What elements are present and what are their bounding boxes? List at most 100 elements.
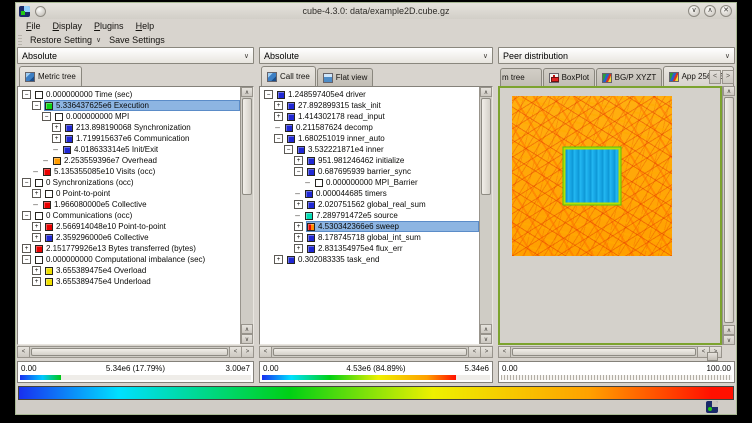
scroll-up-icon[interactable]: ∧: [723, 86, 735, 96]
tree-row[interactable]: −5.336437625e6 Execution: [18, 100, 240, 111]
call-vertical-scrollbar[interactable]: ∧ ∧ ∨: [479, 87, 492, 344]
tree-item[interactable]: 0.687695939 barrier_sync: [306, 166, 479, 177]
tree-expander-icon[interactable]: −: [22, 211, 31, 220]
tree-expander-icon[interactable]: +: [32, 222, 41, 231]
scroll-right-icon[interactable]: >: [480, 347, 492, 357]
tree-expander-icon[interactable]: −: [264, 90, 273, 99]
tree-item[interactable]: 3.532221871e4 inner: [296, 144, 479, 155]
scroll-down-icon[interactable]: ∨: [480, 334, 492, 344]
maximize-button[interactable]: ∧: [704, 5, 716, 17]
tree-row[interactable]: +2.566914048e10 Point-to-point: [18, 221, 240, 232]
tree-expander-icon[interactable]: +: [294, 200, 303, 209]
tree-row[interactable]: +2.020751562 global_real_sum: [260, 199, 479, 210]
system-tab-boxplot[interactable]: BoxPlot: [543, 68, 595, 86]
tree-item[interactable]: 7.289791472e5 source: [304, 210, 479, 221]
tree-expander-icon[interactable]: +: [294, 222, 303, 231]
tree-item[interactable]: 1.414302178 read_input: [286, 111, 479, 122]
selected-tree-item[interactable]: 4.530342366e6 sweep: [306, 221, 479, 232]
tree-row[interactable]: −0 Communications (occ): [18, 210, 240, 221]
close-button[interactable]: ✕: [720, 5, 732, 17]
tree-row[interactable]: –7.289791472e5 source: [260, 210, 479, 221]
tree-row[interactable]: −0 Synchronizations (occ): [18, 177, 240, 188]
tree-expander-icon[interactable]: +: [32, 266, 41, 275]
metric-vertical-scrollbar[interactable]: ∧ ∧ ∨: [240, 87, 253, 344]
tree-row[interactable]: –0.000044685 timers: [260, 188, 479, 199]
system-value-mode-combobox[interactable]: Peer distribution ∨: [498, 47, 735, 64]
tree-expander-icon[interactable]: +: [32, 277, 41, 286]
tree-expander-icon[interactable]: +: [294, 156, 303, 165]
scrollbar-thumb[interactable]: [512, 348, 696, 356]
call-tab-flat-view[interactable]: Flat view: [317, 68, 374, 86]
tree-expander-icon[interactable]: −: [274, 134, 283, 143]
tree-row[interactable]: +213.898190068 Synchronization: [18, 122, 240, 133]
tree-item[interactable]: 2.253559396e7 Overhead: [52, 155, 240, 166]
tree-item[interactable]: 2.151779926e13 Bytes transferred (bytes): [34, 243, 240, 254]
tree-item[interactable]: 0.000044685 timers: [304, 188, 479, 199]
tree-item[interactable]: 1.248597405e4 driver: [276, 89, 479, 100]
scroll-left-icon[interactable]: <: [468, 347, 480, 357]
tree-row[interactable]: +951.981246462 initialize: [260, 155, 479, 166]
title-bar[interactable]: cube-4.3.0: data/example2D.cube.gz ∨ ∧ ✕: [16, 3, 736, 19]
scroll-up-icon[interactable]: ∧: [723, 325, 735, 335]
scrollbar-thumb[interactable]: [242, 98, 252, 195]
tree-item[interactable]: 3.655389475e4 Underload: [44, 276, 240, 287]
tree-item[interactable]: 5.135355085e10 Visits (occ): [42, 166, 240, 177]
tree-row[interactable]: +4.530342366e6 sweep: [260, 221, 479, 232]
tree-row[interactable]: –2.253559396e7 Overhead: [18, 155, 240, 166]
scroll-down-icon[interactable]: ∨: [241, 334, 253, 344]
tree-row[interactable]: –0.211587624 decomp: [260, 122, 479, 133]
scroll-left-icon[interactable]: <: [499, 347, 511, 357]
tree-item[interactable]: 0.000000000 MPI: [54, 111, 240, 122]
scroll-down-icon[interactable]: ∨: [723, 335, 735, 345]
tree-row[interactable]: −0.000000000 MPI: [18, 111, 240, 122]
tree-row[interactable]: +3.655389475e4 Overload: [18, 265, 240, 276]
tree-row[interactable]: +2.151779926e13 Bytes transferred (bytes…: [18, 243, 240, 254]
tree-expander-icon[interactable]: −: [22, 178, 31, 187]
scrollbar-thumb[interactable]: [481, 98, 491, 195]
call-tab-call-tree[interactable]: Call tree: [261, 66, 316, 86]
system-tab-m-tree[interactable]: m tree: [500, 68, 542, 86]
toolbar-drag-handle[interactable]: [18, 35, 22, 45]
scroll-up-icon[interactable]: ∧: [241, 87, 253, 97]
tree-row[interactable]: −3.532221871e4 inner: [260, 144, 479, 155]
scroll-left-icon[interactable]: <: [229, 347, 241, 357]
tree-row[interactable]: +2.359296000e6 Collective: [18, 232, 240, 243]
tree-expander-icon[interactable]: +: [274, 112, 283, 121]
scroll-left-icon[interactable]: <: [18, 347, 30, 357]
tree-item[interactable]: 4.018633314e5 Init/Exit: [62, 144, 240, 155]
tree-item[interactable]: 0.000000000 MPI_Barrier: [314, 177, 479, 188]
topology-view-frame[interactable]: [498, 86, 722, 345]
tree-row[interactable]: +27.892899315 task_init: [260, 100, 479, 111]
topology-heatmap[interactable]: [512, 96, 672, 256]
menu-file[interactable]: File: [20, 20, 47, 32]
tree-item[interactable]: 1.680251019 inner_auto: [286, 133, 479, 144]
tree-item[interactable]: 0 Synchronizations (occ): [34, 177, 240, 188]
tree-item[interactable]: 2.020751562 global_real_sum: [306, 199, 479, 210]
tree-item[interactable]: 3.655389475e4 Overload: [44, 265, 240, 276]
menu-plugins[interactable]: Plugins: [88, 20, 130, 32]
tree-row[interactable]: –5.135355085e10 Visits (occ): [18, 166, 240, 177]
scroll-up-icon[interactable]: ∧: [241, 324, 253, 334]
metric-value-mode-combobox[interactable]: Absolute ∨: [17, 47, 254, 64]
metric-tab-metric-tree[interactable]: Metric tree: [19, 66, 82, 86]
tree-item[interactable]: 0.211587624 decomp: [284, 122, 479, 133]
call-value-mode-combobox[interactable]: Absolute ∨: [259, 47, 493, 64]
tree-item[interactable]: 2.831354975e4 flux_err: [306, 243, 479, 254]
tree-item[interactable]: 0.000000000 Time (sec): [34, 89, 240, 100]
tree-expander-icon[interactable]: +: [52, 123, 61, 132]
tree-row[interactable]: +3.655389475e4 Underload: [18, 276, 240, 287]
tree-item[interactable]: 0.000000000 Computational imbalance (sec…: [34, 254, 240, 265]
tree-row[interactable]: +0.302083335 task_end: [260, 254, 479, 265]
scroll-up-icon[interactable]: ∧: [480, 87, 492, 97]
tree-item[interactable]: 8.178745718 global_int_sum: [306, 232, 479, 243]
tree-row[interactable]: −0.000000000 Computational imbalance (se…: [18, 254, 240, 265]
save-settings-button[interactable]: Save Settings: [105, 35, 169, 45]
restore-setting-button[interactable]: Restore Setting: [26, 35, 96, 45]
tree-expander-icon[interactable]: −: [22, 255, 31, 264]
scroll-right-icon[interactable]: >: [241, 347, 253, 357]
tree-expander-icon[interactable]: −: [284, 145, 293, 154]
tree-expander-icon[interactable]: −: [42, 112, 51, 121]
tree-item[interactable]: 1.966080000e5 Collective: [42, 199, 240, 210]
tree-item[interactable]: 2.359296000e6 Collective: [44, 232, 240, 243]
tree-item[interactable]: 213.898190068 Synchronization: [64, 122, 240, 133]
